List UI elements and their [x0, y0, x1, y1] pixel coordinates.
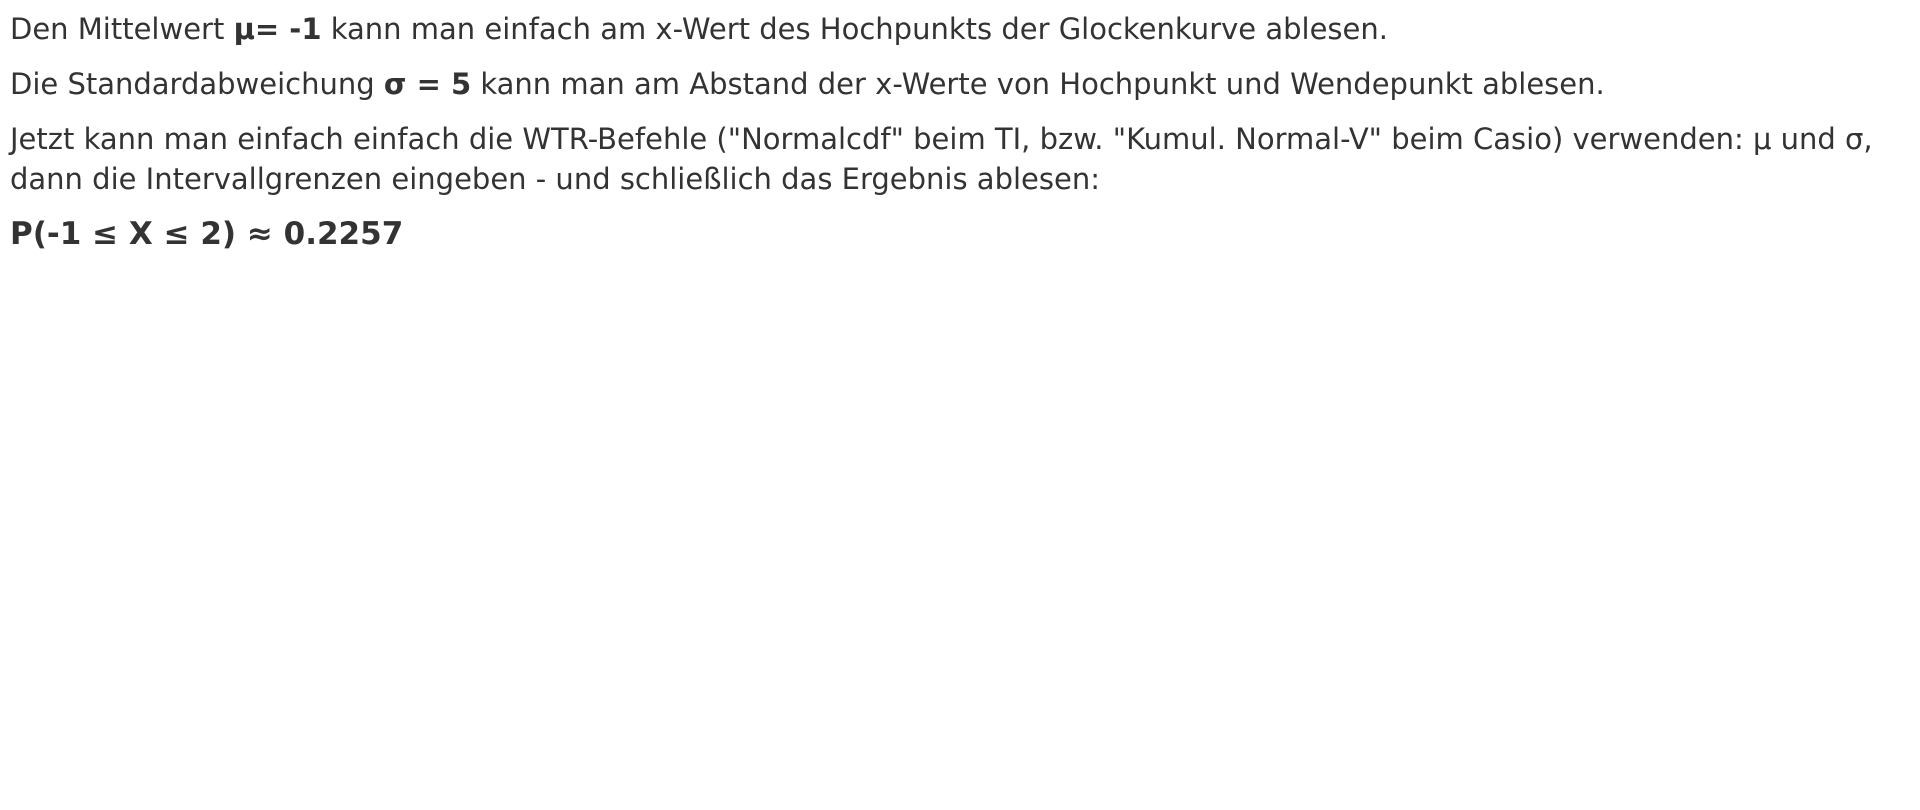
stddev-paragraph: Die Standardabweichung σ = 5 kann man am… — [10, 64, 1916, 104]
stddev-text-pre: Die Standardabweichung — [10, 67, 384, 101]
stddev-text-post: kann man am Abstand der x-Werte von Hoch… — [471, 67, 1605, 101]
solution-text: Den Mittelwert μ= -1 kann man einfach am… — [10, 9, 1916, 269]
mean-text-post: kann man einfach am x-Wert des Hochpunkt… — [321, 12, 1388, 46]
probability-result: P(-1 ≤ X ≤ 2) ≈ 0.2257 — [10, 216, 404, 252]
mean-value: μ= -1 — [233, 12, 322, 46]
mean-paragraph: Den Mittelwert μ= -1 kann man einfach am… — [10, 9, 1916, 49]
stddev-value: σ = 5 — [383, 67, 472, 101]
mean-text-pre: Den Mittelwert — [10, 12, 234, 46]
calculator-instructions: Jetzt kann man einfach einfach die WTR-B… — [10, 122, 1873, 196]
